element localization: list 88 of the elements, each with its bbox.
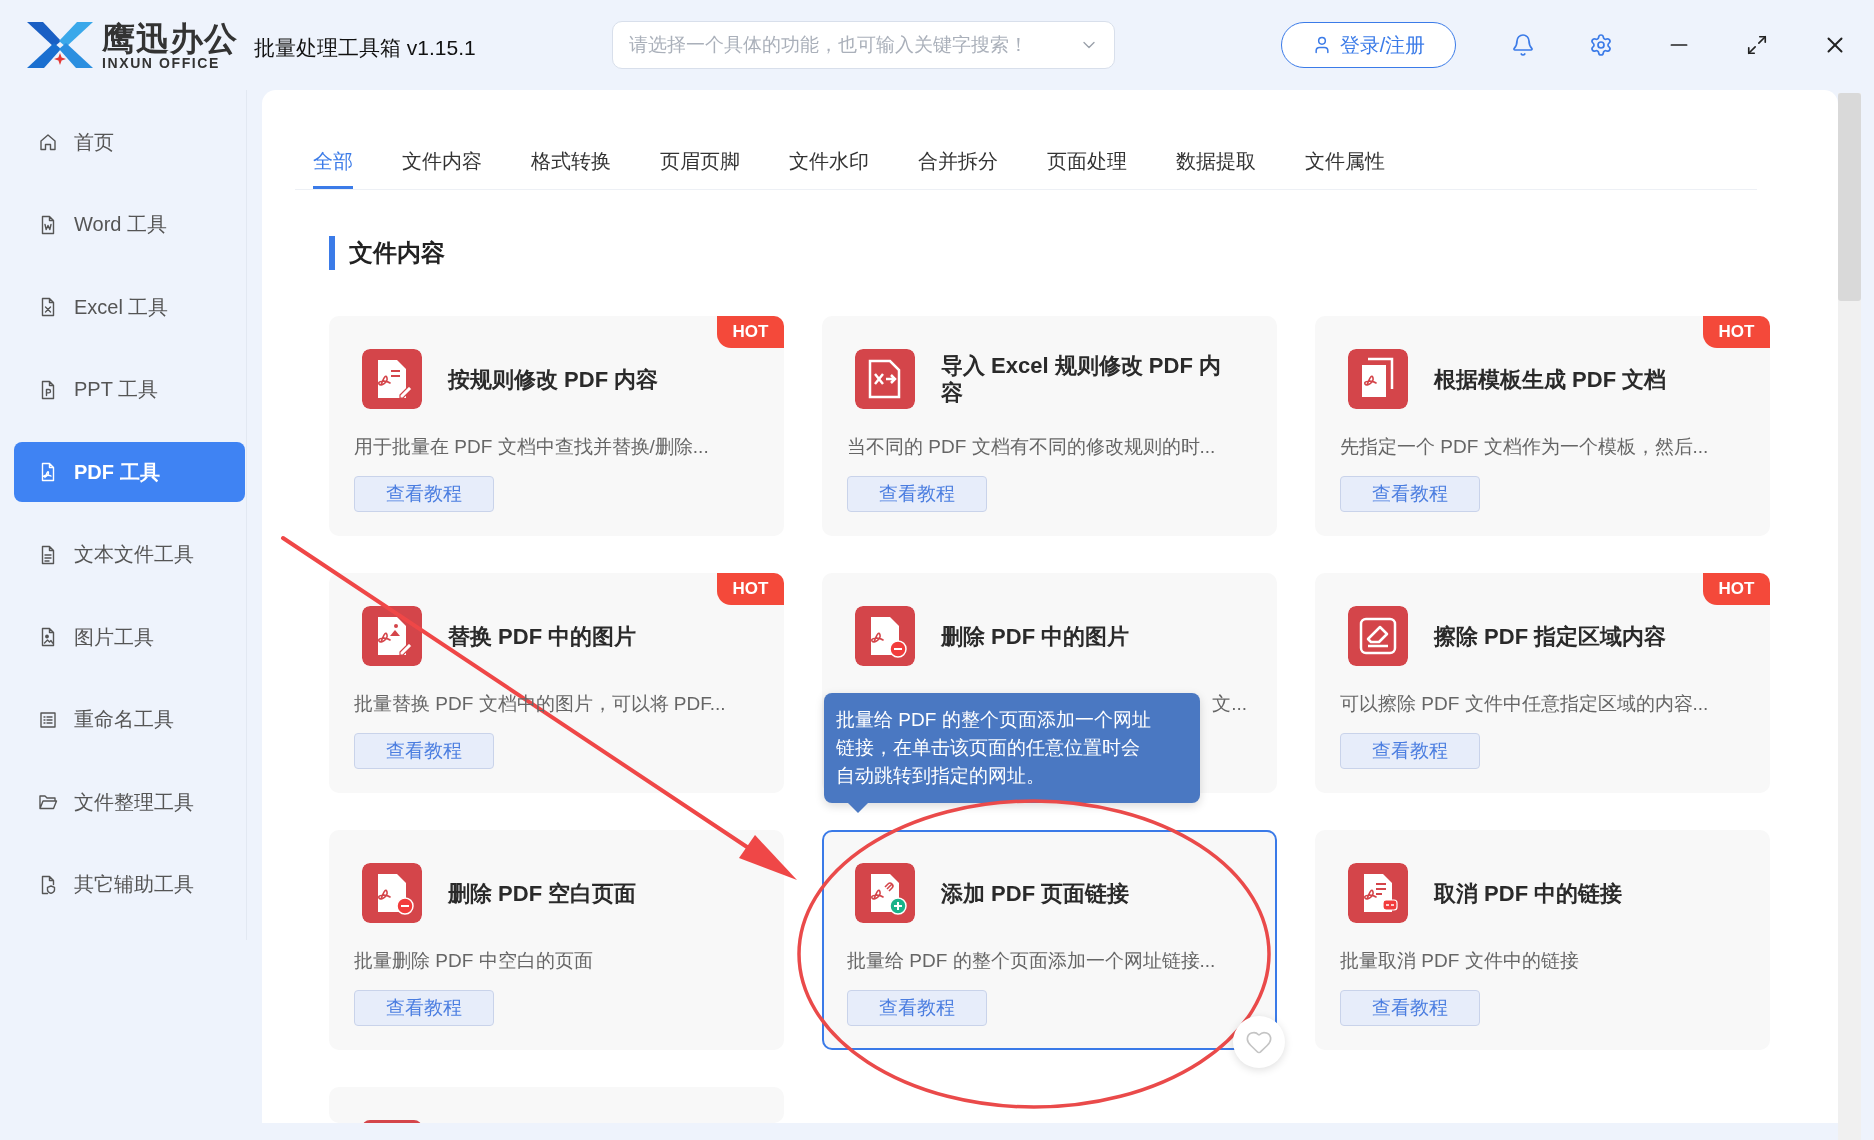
- bell-icon[interactable]: [1511, 33, 1535, 57]
- search-field[interactable]: 请选择一个具体的功能，也可输入关键字搜索！: [612, 21, 1115, 69]
- tutorial-button[interactable]: 查看教程: [354, 476, 494, 512]
- sidebar-item[interactable]: 重命名工具: [14, 689, 245, 750]
- sidebar-item-label: 图片工具: [74, 624, 154, 650]
- maximize-icon[interactable]: [1746, 34, 1768, 56]
- hot-badge: HOT: [1703, 316, 1770, 348]
- card-title: 根据模板生成 PDF 文档: [1434, 365, 1667, 393]
- card-description: 可以擦除 PDF 文件中任意指定区域的内容...: [1340, 692, 1709, 716]
- sidebar-item-label: 首页: [74, 129, 114, 155]
- sidebar-item[interactable]: Excel 工具: [14, 277, 245, 337]
- sidebar-item[interactable]: 其它辅助工具: [14, 854, 245, 915]
- document-pencil-icon: [362, 349, 422, 409]
- document-broken-link-icon: [1348, 863, 1408, 923]
- sidebar-item-label: Excel 工具: [74, 294, 169, 320]
- sidebar-item[interactable]: PDF 工具: [14, 442, 245, 502]
- sidebar-item-label: 其它辅助工具: [74, 872, 194, 897]
- tool-card[interactable]: 添加 PDF 页面链接 批量给 PDF 的整个页面添加一个网址链接... 查看教程: [822, 830, 1277, 1050]
- tutorial-button[interactable]: 查看教程: [1340, 476, 1480, 512]
- hot-badge: HOT: [717, 573, 784, 605]
- list-icon: [38, 709, 58, 730]
- sidebar-item[interactable]: 文本文件工具: [14, 524, 245, 585]
- card-description: 批量取消 PDF 文件中的链接: [1340, 949, 1579, 973]
- document-minus-icon: [855, 606, 915, 666]
- tutorial-button[interactable]: 查看教程: [354, 990, 494, 1026]
- tool-card[interactable]: 取消 PDF 中的链接 批量取消 PDF 文件中的链接 查看教程: [1315, 830, 1770, 1050]
- tutorial-button[interactable]: 查看教程: [847, 990, 987, 1026]
- tool-card[interactable]: 导入 Excel 规则修改 PDF 内容 当不同的 PDF 文档有不同的修改规则的时... 查看教程: [822, 316, 1277, 536]
- hot-badge: HOT: [1703, 573, 1770, 605]
- card-title: 取消 PDF 中的链接: [1434, 879, 1623, 907]
- sidebar-item-label: PDF 工具: [74, 459, 160, 485]
- category-tab[interactable]: 文件水印: [789, 137, 869, 189]
- hot-badge: HOT: [717, 316, 784, 348]
- card-title: 删除 PDF 空白页面: [448, 879, 637, 907]
- card-description: 批量删除 PDF 中空白的页面: [354, 949, 593, 973]
- card-title: 添加 PDF 页面链接: [941, 879, 1130, 907]
- scrollbar-track[interactable]: [1838, 93, 1861, 1140]
- folder-icon: [38, 792, 58, 812]
- card-description: 当不同的 PDF 文档有不同的修改规则的时...: [847, 435, 1216, 459]
- sidebar-item-label: 文件整理工具: [74, 789, 194, 815]
- card-description: 文...: [1212, 692, 1247, 716]
- category-tab[interactable]: 文件内容: [402, 137, 482, 189]
- sidebar-item[interactable]: 图片工具: [14, 607, 245, 667]
- card-title: 删除 PDF 中的图片: [941, 622, 1130, 650]
- sidebar-item[interactable]: 文件整理工具: [14, 772, 245, 832]
- category-tab[interactable]: 页面处理: [1047, 137, 1127, 189]
- sidebar-item-label: PPT 工具: [74, 377, 159, 402]
- sidebar-item-label: 文本文件工具: [74, 542, 194, 567]
- card-title: 导入 Excel 规则修改 PDF 内容: [941, 352, 1222, 406]
- tutorial-button[interactable]: 查看教程: [1340, 990, 1480, 1026]
- card-title: 按规则修改 PDF 内容: [448, 365, 659, 393]
- card-title: 擦除 PDF 指定区域内容: [1434, 622, 1667, 650]
- card-title: 替换 PDF 中的图片: [448, 622, 637, 650]
- sidebar-item[interactable]: PPT 工具: [14, 359, 245, 420]
- documents-icon: [1348, 349, 1408, 409]
- tutorial-button[interactable]: 查看教程: [354, 733, 494, 769]
- category-tab[interactable]: 合并拆分: [918, 137, 998, 189]
- category-tab[interactable]: 页眉页脚: [660, 137, 740, 189]
- eraser-icon: [1348, 606, 1408, 666]
- settings-icon[interactable]: [1589, 33, 1613, 57]
- scrollbar-thumb[interactable]: [1838, 93, 1861, 301]
- category-tab[interactable]: 全部: [313, 137, 353, 189]
- tooltip: 批量给 PDF 的整个页面添加一个网址链接，在单击该页面的任意位置时会自动跳转到指定的网址。: [824, 693, 1200, 803]
- sidebar-item[interactable]: Word 工具: [14, 194, 245, 255]
- tool-card[interactable]: 删除 PDF 空白页面 批量删除 PDF 中空白的页面 查看教程: [329, 830, 784, 1050]
- image-pencil-icon: [362, 606, 422, 666]
- category-tab[interactable]: 文件属性: [1305, 137, 1385, 189]
- section-title: 文件内容: [329, 236, 445, 270]
- login-button[interactable]: 登录/注册: [1281, 22, 1456, 68]
- sidebar-item-label: 重命名工具: [74, 707, 174, 732]
- logo-icon: [27, 22, 93, 68]
- logo-name: 鹰迅办公: [102, 22, 238, 56]
- tutorial-button[interactable]: 查看教程: [1340, 733, 1480, 769]
- tutorial-button[interactable]: 查看教程: [847, 476, 987, 512]
- document-link-plus-icon: [855, 863, 915, 923]
- card-description: 批量给 PDF 的整个页面添加一个网址链接...: [847, 949, 1216, 973]
- app-title: 批量处理工具箱 v1.15.1: [254, 35, 476, 61]
- sidebar-item-label: Word 工具: [74, 212, 167, 237]
- tile-icon: [362, 1120, 422, 1123]
- home-icon: [38, 132, 58, 152]
- logo-subtitle: INXUN OFFICE: [102, 56, 221, 70]
- category-tab[interactable]: 数据提取: [1176, 137, 1256, 189]
- card-description: 用于批量在 PDF 文档中查找并替换/删除...: [354, 435, 709, 459]
- category-tab[interactable]: 格式转换: [531, 137, 611, 189]
- sidebar-item[interactable]: 首页: [14, 112, 245, 172]
- document-minus-icon: [362, 863, 422, 923]
- card-description: 先指定一个 PDF 文档作为一个模板，然后...: [1340, 435, 1709, 459]
- tooltip-pointer-icon: [848, 803, 868, 813]
